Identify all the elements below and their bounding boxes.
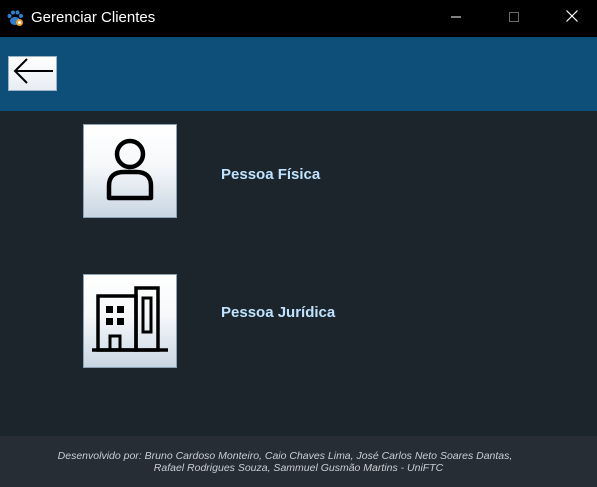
close-button[interactable] — [549, 0, 595, 37]
building-icon — [90, 284, 170, 359]
maximize-icon — [508, 10, 520, 28]
arrow-left-icon — [11, 57, 55, 90]
footer-credits: Desenvolvido por: Bruno Cardoso Monteiro… — [0, 436, 597, 487]
close-icon — [565, 9, 579, 28]
person-icon — [100, 134, 160, 209]
minimize-button[interactable] — [433, 0, 479, 37]
footer-credits-line-2: Rafael Rodrigues Souza, Sammuel Gusmão M… — [153, 462, 444, 474]
maximize-button[interactable] — [491, 0, 537, 37]
pessoa-juridica-label[interactable]: Pessoa Jurídica — [221, 304, 335, 321]
back-button[interactable] — [8, 56, 57, 91]
title-bar: Gerenciar Clientes — [0, 0, 597, 37]
header-bar — [0, 37, 597, 111]
pessoa-fisica-label[interactable]: Pessoa Física — [221, 166, 320, 183]
pessoa-fisica-button[interactable] — [83, 124, 177, 218]
minimize-icon — [450, 10, 462, 28]
paw-app-icon — [6, 9, 24, 27]
window-title: Gerenciar Clientes — [31, 9, 156, 26]
gerenciar-clientes-window: Gerenciar Clientes Pessoa Física Pessoa … — [0, 0, 597, 487]
pessoa-juridica-button[interactable] — [83, 274, 177, 368]
